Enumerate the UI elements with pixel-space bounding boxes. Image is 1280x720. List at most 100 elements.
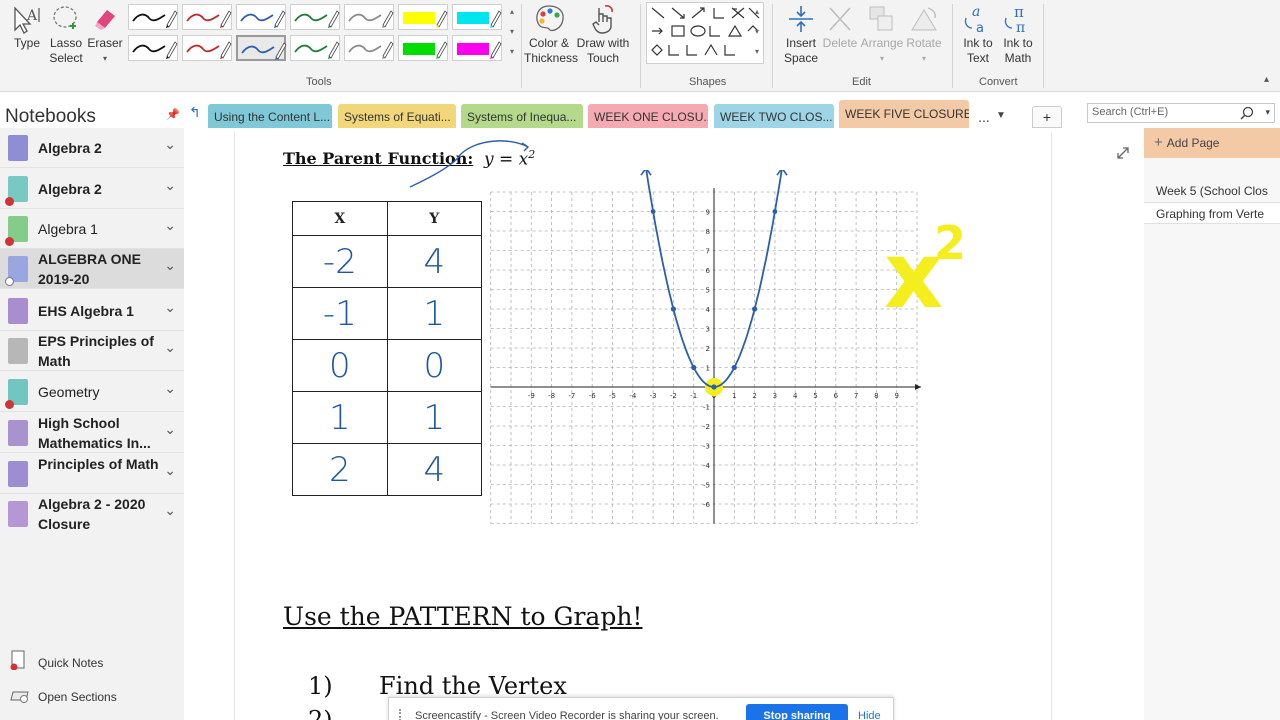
hide-button[interactable]: Hide — [858, 710, 881, 720]
arrange-icon — [869, 6, 893, 31]
section-tab-label: WEEK TWO CLOS... — [720, 110, 833, 124]
section-tab[interactable]: WEEK FIVE CLOSURE — [839, 100, 969, 130]
expand-chevron-icon[interactable]: ⌄ — [164, 380, 176, 397]
type-button[interactable]: A Type — [10, 4, 44, 51]
expand-chevron-icon[interactable]: ⌄ — [164, 502, 176, 519]
shapes-gallery[interactable] — [646, 2, 764, 64]
shapes-group-label: Shapes — [689, 76, 727, 88]
divider — [1043, 4, 1044, 88]
add-section-button[interactable]: + — [1032, 106, 1062, 128]
x-value-cell: 1 — [292, 391, 388, 444]
pen-swatch[interactable] — [290, 35, 340, 61]
pen-gallery-scroll[interactable]: ▴ ▾ ▾ — [505, 2, 519, 64]
edit-group-label: Edit — [852, 76, 871, 88]
divider — [0, 370, 184, 371]
eraser-label: Eraser — [87, 36, 123, 50]
pen-swatch[interactable] — [236, 35, 287, 61]
pen-swatch[interactable] — [452, 35, 502, 61]
section-tab-label: Systems of Inequa... — [467, 110, 577, 124]
notebook-sidebar: Algebra 2 ⌄ Algebra 2 ⌄ Algebra 1 ⌄ ALGEBRA ON… — [0, 128, 184, 720]
search-input[interactable]: Search (Ctrl+E) ▾ — [1087, 103, 1275, 123]
notebook-item[interactable]: Algebra 2 ⌄ — [0, 169, 184, 209]
shapes-gallery-scroll[interactable]: ▴ ▾ ▾ — [750, 2, 764, 64]
expand-chevron-icon[interactable]: ⌄ — [164, 177, 176, 194]
convert-group-label: Convert — [979, 76, 1018, 88]
notebook-item[interactable]: EPS Principles of Math ⌄ — [0, 331, 184, 371]
svg-text:π: π — [1014, 4, 1024, 21]
notebook-item[interactable]: Geometry ⌄ — [0, 372, 184, 412]
pattern-heading: Use the PATTERN to Graph! — [283, 602, 643, 631]
expand-chevron-icon[interactable]: ⌄ — [164, 217, 176, 234]
ink-to-text-button[interactable]: a a Ink to Text — [958, 4, 998, 66]
pen-swatch[interactable] — [344, 4, 394, 30]
expand-chevron-icon[interactable]: ⌄ — [164, 462, 176, 479]
pen-swatch[interactable] — [398, 35, 448, 61]
notebook-item[interactable]: Algebra 2 ⌄ — [0, 128, 184, 168]
expand-chevron-icon[interactable]: ⌄ — [164, 257, 176, 274]
quick-notes-icon — [10, 650, 25, 670]
arrange-button[interactable]: Arrange ▾ — [860, 4, 904, 66]
expand-chevron-icon[interactable]: ⌄ — [164, 421, 176, 438]
page-list-item[interactable]: Graphing from Verte — [1144, 202, 1280, 224]
delete-button[interactable]: Delete — [822, 4, 858, 51]
table-row: 11 — [292, 391, 483, 444]
notebook-label: Algebra 2 - 2020 Closure — [38, 496, 146, 532]
pen-swatch[interactable] — [182, 35, 232, 61]
pin-icon[interactable]: 📌 — [166, 108, 180, 121]
ink-to-math-icon: π π — [1004, 4, 1025, 34]
back-arrow-icon[interactable]: ↰ — [189, 104, 201, 121]
notebook-item[interactable]: EHS Algebra 1 ⌄ — [0, 291, 184, 331]
ribbon: A Type Lasso Select Eraser ▾ ▴ ▾ ▾ Tools C… — [0, 0, 1280, 92]
collapse-ribbon-button[interactable]: ▴ — [1264, 74, 1269, 85]
expand-icon[interactable] — [1116, 146, 1130, 160]
section-tab[interactable]: Systems of Inequa... — [461, 104, 583, 130]
lasso-label: Lasso Select — [49, 36, 83, 65]
eraser-button[interactable]: Eraser ▾ — [86, 4, 124, 66]
pen-stroke-icon — [240, 10, 286, 28]
insert-space-icon — [789, 6, 813, 32]
pen-swatch[interactable] — [128, 4, 178, 30]
ink-to-math-button[interactable]: π π Ink to Math — [998, 4, 1038, 66]
lasso-select-button[interactable]: Lasso Select — [48, 4, 84, 66]
section-tab[interactable]: Using the Content L... — [208, 104, 332, 130]
pen-swatch[interactable] — [128, 35, 178, 61]
tabs-overflow-chevron-icon[interactable]: ▼ — [996, 110, 1006, 121]
open-sections-item[interactable]: Open Sections — [0, 684, 184, 708]
expand-chevron-icon[interactable]: ⌄ — [164, 339, 176, 356]
more-sections-button[interactable]: ... — [972, 104, 996, 130]
notebook-icon — [8, 461, 28, 487]
section-tab[interactable]: WEEK TWO CLOS... — [714, 104, 834, 130]
expand-chevron-icon[interactable]: ⌄ — [164, 136, 176, 153]
notebook-item[interactable]: Algebra 1 ⌄ — [0, 209, 184, 249]
quick-notes-item[interactable]: Quick Notes — [0, 650, 184, 674]
notebook-item[interactable]: Principles of Math ⌄ — [0, 454, 184, 494]
pen-swatch[interactable] — [290, 4, 340, 30]
page-list-item[interactable]: Week 5 (School Clos — [1144, 180, 1280, 202]
svg-text:A: A — [26, 8, 38, 24]
stop-sharing-button[interactable]: Stop sharing — [746, 704, 848, 720]
search-placeholder: Search (Ctrl+E) — [1092, 106, 1169, 118]
pen-swatch[interactable] — [236, 4, 286, 30]
pen-stroke-icon — [294, 41, 340, 59]
section-tab[interactable]: Systems of Equati... — [338, 104, 456, 130]
draw-with-touch-button[interactable]: Draw with Touch — [576, 4, 630, 66]
svg-text:a: a — [972, 4, 980, 20]
pen-swatch[interactable] — [452, 4, 502, 30]
plotted-point — [731, 364, 737, 371]
insert-space-button[interactable]: Insert Space — [778, 4, 824, 66]
notebook-item[interactable]: High School Mathematics In... ⌄ — [0, 413, 184, 453]
rotate-button[interactable]: Rotate ▾ — [904, 4, 944, 66]
drag-handle-icon[interactable] — [399, 709, 405, 720]
pen-swatch[interactable] — [182, 4, 232, 30]
notebook-item[interactable]: Algebra 2 - 2020 Closure ⌄ — [0, 494, 184, 534]
add-page-button[interactable]: + Add Page — [1144, 128, 1280, 158]
color-thickness-button[interactable]: Color & Thickness — [524, 4, 578, 66]
expand-chevron-icon[interactable]: ⌄ — [164, 299, 176, 316]
pen-swatch[interactable] — [398, 4, 448, 30]
notebook-item[interactable]: ALGEBRA ONE 2019-20 ⌄ — [0, 249, 184, 289]
section-tab[interactable]: WEEK ONE CLOSU... — [588, 104, 708, 130]
notebook-icon — [8, 420, 28, 446]
search-scope-chevron-icon[interactable]: ▾ — [1265, 107, 1270, 118]
table-row: -1 1 — [292, 287, 483, 340]
pen-swatch[interactable] — [344, 35, 394, 61]
